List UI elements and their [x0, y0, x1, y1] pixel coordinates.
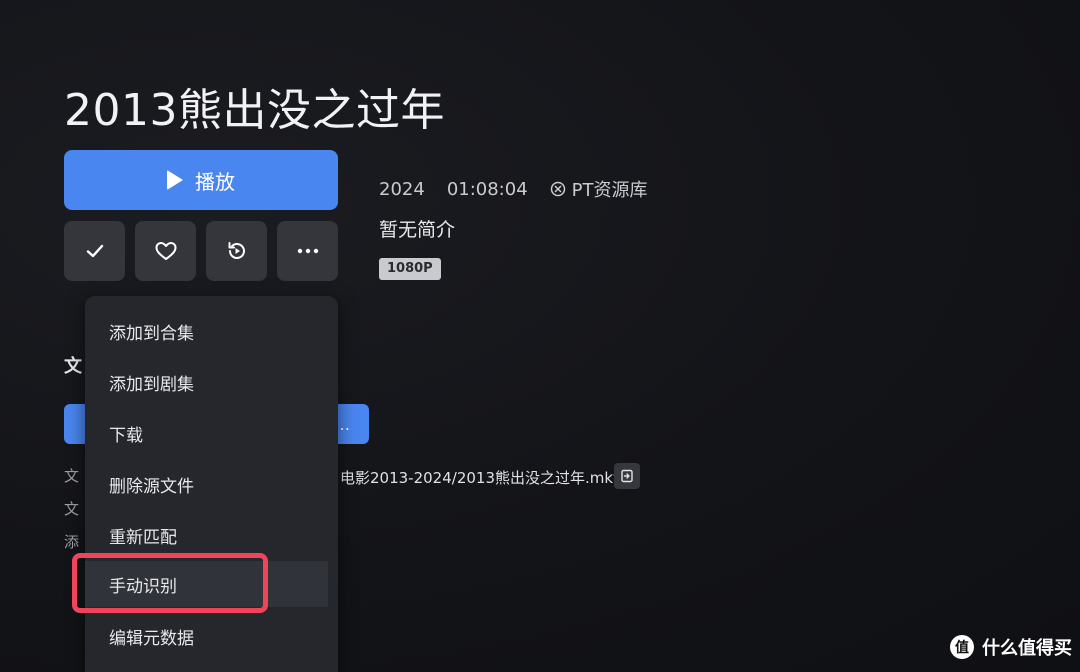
favorite-button[interactable]	[135, 221, 196, 281]
play-button[interactable]: 播放	[64, 150, 338, 210]
description: 暂无简介	[379, 219, 456, 241]
menu-item-manual-identify[interactable]: 手动识别	[85, 561, 328, 607]
menu-item-add-to-collection[interactable]: 添加到合集	[85, 308, 338, 354]
menu-item-edit-metadata[interactable]: 编辑元数据	[85, 613, 338, 659]
watermark-text: 什么值得买	[982, 638, 1072, 659]
source-icon	[550, 181, 565, 197]
file-section-heading: 文	[64, 356, 82, 377]
open-path-button[interactable]	[614, 463, 640, 489]
check-icon	[86, 244, 103, 258]
menu-item-download[interactable]: 下载	[85, 410, 338, 456]
more-button[interactable]	[277, 221, 338, 281]
mark-watched-button[interactable]	[64, 221, 125, 281]
meta-duration: 01:08:04	[446, 178, 528, 200]
meta-source: PT资源库	[550, 176, 648, 202]
menu-item-delete-source[interactable]: 删除源文件	[85, 461, 338, 507]
play-icon	[167, 170, 183, 190]
more-menu: 添加到合集 添加到剧集 下载 删除源文件 重新匹配 手动识别 编辑元数据	[85, 296, 338, 672]
replay-button[interactable]	[206, 221, 267, 281]
play-button-label: 播放	[195, 169, 235, 194]
replay-icon	[228, 242, 245, 259]
page-title: 2013熊出没之过年	[64, 85, 445, 136]
more-icon	[297, 248, 318, 254]
file-row-label: 文	[64, 467, 80, 485]
file-path: 电影2013-2024/2013熊出没之过年.mkv	[340, 469, 622, 487]
file-row-label: 文	[64, 500, 80, 518]
resolution-badge: 1080P	[379, 258, 441, 280]
watermark: 值 什么值得买	[950, 634, 1072, 660]
meta-source-label: PT资源库	[571, 180, 648, 201]
heart-icon	[155, 242, 176, 260]
open-path-icon	[621, 469, 633, 483]
watermark-logo: 值	[950, 635, 974, 659]
menu-item-rematch[interactable]: 重新匹配	[85, 512, 338, 558]
meta-year: 2024	[379, 178, 425, 200]
menu-item-add-to-series[interactable]: 添加到剧集	[85, 359, 338, 405]
file-row-label: 添	[64, 533, 80, 551]
meta-row: 2024 01:08:04 PT资源库	[379, 176, 648, 202]
